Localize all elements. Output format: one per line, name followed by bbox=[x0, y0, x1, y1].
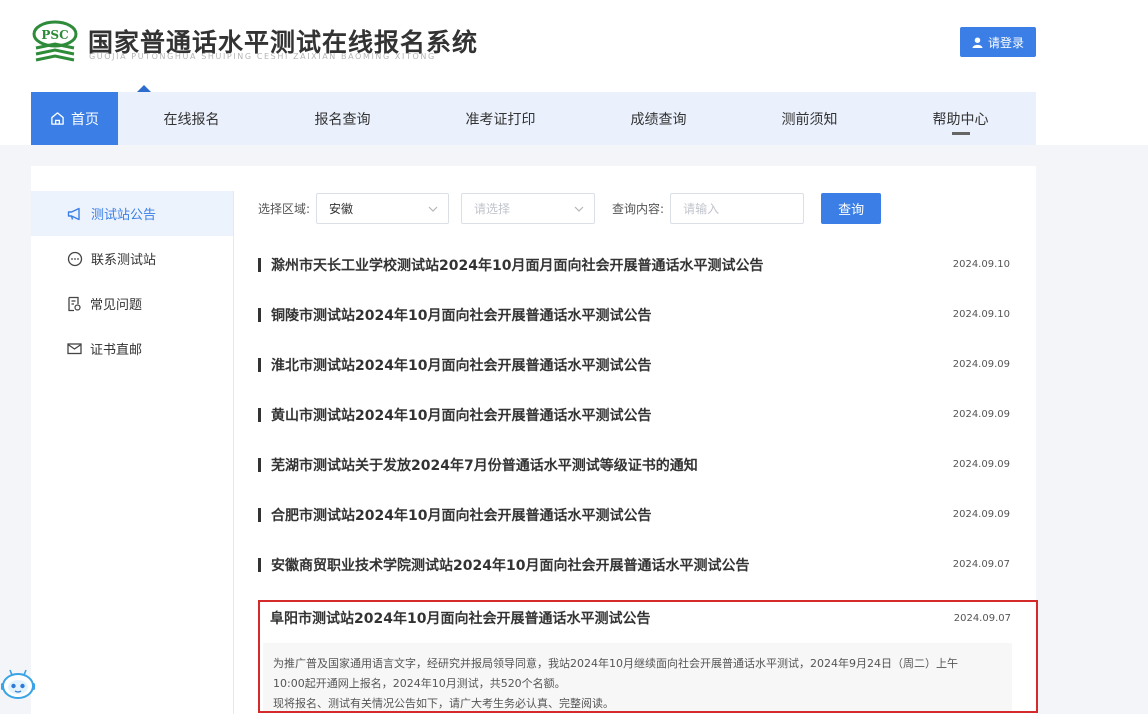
notice-item[interactable]: 黄山市测试站2024年10月面向社会开展普通话水平测试公告 2024.09.09 bbox=[258, 400, 1010, 430]
nav-pre-test-notice[interactable]: 测前须知 bbox=[756, 92, 863, 145]
main-nav: 首页 在线报名 报名查询 准考证打印 成绩查询 测前须知 帮助中心 bbox=[31, 85, 1036, 145]
nav-registration-query[interactable]: 报名查询 bbox=[289, 92, 396, 145]
province-select[interactable]: 安徽 bbox=[316, 193, 450, 224]
notice-excerpt-line: 现将报名、测试有关情况公告如下，请广大考生务必认真、完整阅读。 bbox=[273, 697, 614, 710]
notice-item-expanded[interactable]: 阜阳市测试站2024年10月面向社会开展普通话水平测试公告 2024.09.07… bbox=[258, 600, 1038, 713]
nav-admission-ticket[interactable]: 准考证打印 bbox=[447, 92, 554, 145]
notice-item[interactable]: 淮北市测试站2024年10月面向社会开展普通话水平测试公告 2024.09.09 bbox=[258, 350, 1010, 380]
nav-help-center-label: 帮助中心 bbox=[932, 111, 989, 128]
city-select-placeholder: 请选择 bbox=[474, 202, 511, 216]
notice-date: 2024.09.07 bbox=[952, 559, 1010, 570]
notice-title[interactable]: 铜陵市测试站2024年10月面向社会开展普通话水平测试公告 bbox=[271, 305, 651, 325]
nav-admission-ticket-label: 准考证打印 bbox=[465, 111, 536, 128]
user-icon bbox=[972, 36, 983, 48]
nav-active-underline bbox=[952, 132, 970, 135]
sidebar-divider bbox=[233, 191, 234, 714]
city-select[interactable]: 请选择 bbox=[461, 193, 596, 224]
nav-online-registration[interactable]: 在线报名 bbox=[138, 92, 245, 145]
nav-home[interactable]: 首页 bbox=[31, 92, 118, 145]
nav-score-query-label: 成绩查询 bbox=[630, 111, 687, 128]
notice-item[interactable]: 安徽商贸职业技术学院测试站2024年10月面向社会开展普通话水平测试公告 202… bbox=[258, 550, 1010, 580]
nav-online-registration-label: 在线报名 bbox=[163, 111, 220, 128]
notice-title[interactable]: 黄山市测试站2024年10月面向社会开展普通话水平测试公告 bbox=[271, 405, 651, 425]
nav-home-label: 首页 bbox=[71, 111, 99, 128]
notice-title[interactable]: 安徽商贸职业技术学院测试站2024年10月面向社会开展普通话水平测试公告 bbox=[271, 555, 749, 575]
sidebar-item-label: 常见问题 bbox=[90, 298, 143, 313]
query-content-input[interactable] bbox=[670, 193, 805, 224]
sidebar-item-certificate-mail[interactable]: 证书直邮 bbox=[31, 326, 233, 371]
mail-icon bbox=[67, 343, 82, 355]
nav-fold-decoration bbox=[137, 85, 151, 92]
notice-bullet-bar bbox=[258, 308, 261, 322]
document-icon bbox=[68, 296, 81, 311]
notice-date: 2024.09.09 bbox=[952, 459, 1010, 470]
psc-logo: PSC bbox=[32, 20, 78, 62]
notice-excerpt: 为推广普及国家通用语言文字，经研究并报局领导同意，我站2024年10月继续面向社… bbox=[263, 643, 1012, 711]
notice-date: 2024.09.09 bbox=[952, 509, 1010, 520]
home-icon bbox=[51, 112, 64, 125]
province-select-value: 安徽 bbox=[329, 202, 354, 216]
notice-date: 2024.09.07 bbox=[953, 613, 1011, 624]
notice-title[interactable]: 滁州市天长工业学校测试站2024年10月面月面向社会开展普通话水平测试公告 bbox=[271, 255, 763, 275]
notice-excerpt-line: 为推广普及国家通用语言文字，经研究并报局领导同意，我站2024年10月继续面向社… bbox=[273, 657, 958, 670]
chat-icon bbox=[67, 251, 83, 266]
notice-excerpt-line: 10:00起开通网上报名，2024年10月测试，共520个名额。 bbox=[273, 677, 566, 690]
nav-registration-query-label: 报名查询 bbox=[314, 111, 371, 128]
help-sidebar: 测试站公告 联系测试站 常见问题 证书直邮 bbox=[31, 191, 233, 371]
svg-text:PSC: PSC bbox=[41, 28, 68, 42]
notice-title[interactable]: 合肥市测试站2024年10月面向社会开展普通话水平测试公告 bbox=[271, 505, 651, 525]
notice-date: 2024.09.10 bbox=[952, 259, 1010, 270]
notice-date: 2024.09.09 bbox=[952, 359, 1010, 370]
sidebar-item-label: 测试站公告 bbox=[91, 208, 157, 223]
notice-item[interactable]: 合肥市测试站2024年10月面向社会开展普通话水平测试公告 2024.09.09 bbox=[258, 500, 1010, 530]
query-content-label: 查询内容: bbox=[612, 202, 665, 216]
notice-title[interactable]: 阜阳市测试站2024年10月面向社会开展普通话水平测试公告 bbox=[270, 608, 650, 628]
notice-title[interactable]: 淮北市测试站2024年10月面向社会开展普通话水平测试公告 bbox=[271, 355, 651, 375]
sidebar-item-label: 联系测试站 bbox=[91, 253, 157, 268]
nav-help-center[interactable]: 帮助中心 bbox=[907, 92, 1014, 145]
content-panel: 测试站公告 联系测试站 常见问题 证书直邮 选择区域: 安徽 请选择 查询内容:… bbox=[31, 166, 1038, 714]
filter-bar: 选择区域: 安徽 请选择 查询内容: 查询 bbox=[258, 193, 882, 224]
chevron-down-icon bbox=[428, 206, 438, 212]
notice-title[interactable]: 芜湖市测试站关于发放2024年7月份普通话水平测试等级证书的通知 bbox=[271, 455, 698, 475]
sidebar-item-station-notices[interactable]: 测试站公告 bbox=[31, 191, 233, 236]
notice-item[interactable]: 滁州市天长工业学校测试站2024年10月面月面向社会开展普通话水平测试公告 20… bbox=[258, 250, 1010, 280]
megaphone-icon bbox=[67, 207, 80, 220]
region-label: 选择区域: bbox=[258, 202, 311, 216]
notice-item[interactable]: 铜陵市测试站2024年10月面向社会开展普通话水平测试公告 2024.09.10 bbox=[258, 300, 1010, 330]
sidebar-item-contact-station[interactable]: 联系测试站 bbox=[31, 236, 233, 281]
nav-pre-test-notice-label: 测前须知 bbox=[781, 111, 838, 128]
notice-bullet-bar bbox=[258, 558, 261, 572]
chevron-down-icon bbox=[574, 206, 584, 212]
notice-bullet-bar bbox=[258, 358, 261, 372]
notice-item[interactable]: 芜湖市测试站关于发放2024年7月份普通话水平测试等级证书的通知 2024.09… bbox=[258, 450, 1010, 480]
notice-bullet-bar bbox=[258, 408, 261, 422]
login-label: 请登录 bbox=[987, 35, 1024, 50]
notice-bullet-bar bbox=[258, 508, 261, 522]
robot-assistant-icon[interactable] bbox=[0, 666, 36, 702]
sidebar-item-label: 证书直邮 bbox=[90, 343, 143, 358]
notice-date: 2024.09.09 bbox=[952, 409, 1010, 420]
query-button[interactable]: 查询 bbox=[821, 193, 882, 224]
sidebar-item-faq[interactable]: 常见问题 bbox=[31, 281, 233, 326]
notice-date: 2024.09.10 bbox=[952, 309, 1010, 320]
login-button[interactable]: 请登录 bbox=[960, 27, 1036, 57]
site-subtitle: GUOJIA PUTONGHUA SHUIPING CESHI ZAIXIAN … bbox=[89, 52, 436, 61]
notice-bullet-bar bbox=[258, 258, 261, 272]
notice-bullet-bar bbox=[258, 458, 261, 472]
nav-score-query[interactable]: 成绩查询 bbox=[605, 92, 712, 145]
